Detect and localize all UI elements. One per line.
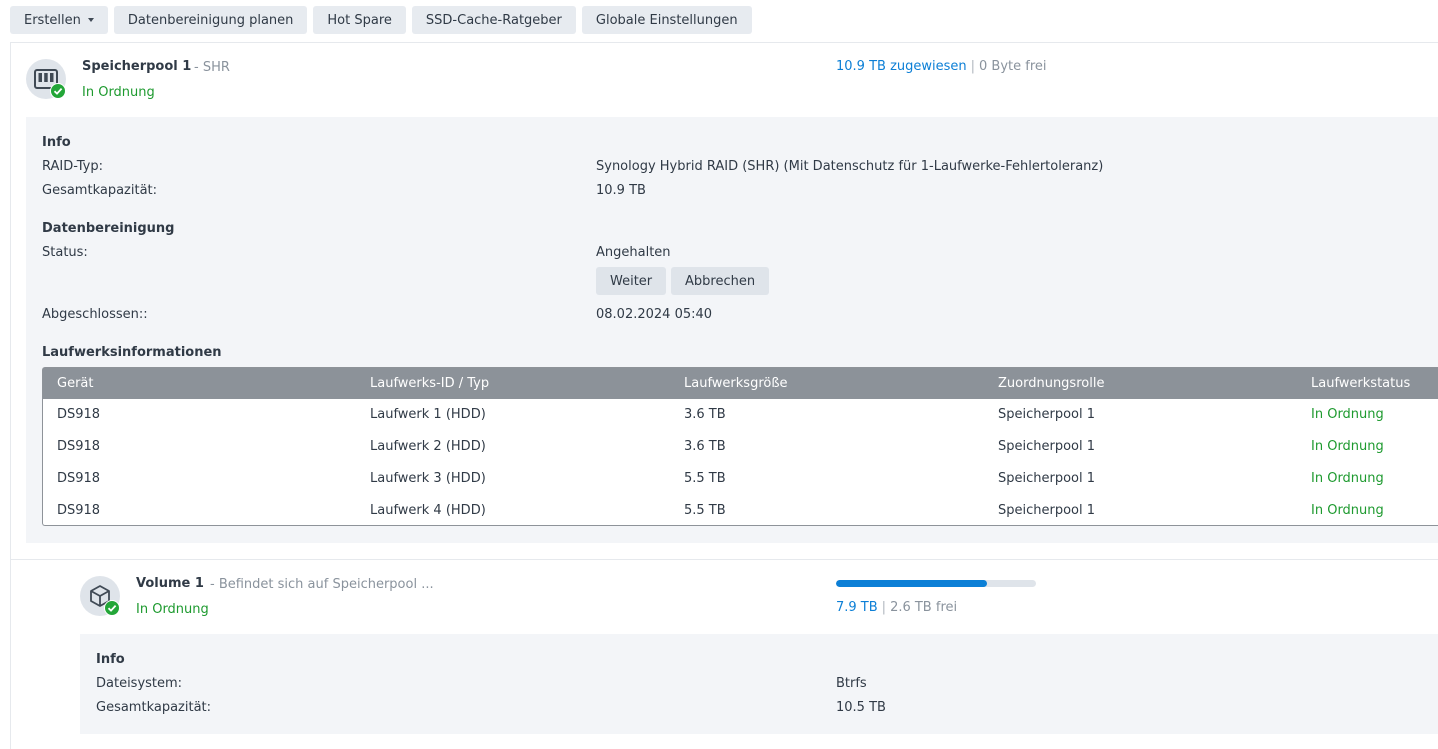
volume-capacity-value: 10.5 TB: [836, 700, 886, 715]
table-row[interactable]: DS918 Laufwerk 3 (HDD) 5.5 TB Speicherpo…: [43, 463, 1438, 495]
volume-usage-fill: [836, 580, 987, 587]
cell-device: DS918: [57, 471, 101, 486]
section-divider: [10, 559, 1438, 560]
cell-size: 3.6 TB: [684, 407, 726, 422]
ssd-cache-advisor-button[interactable]: SSD-Cache-Ratgeber: [411, 6, 576, 34]
check-badge-icon: [104, 600, 120, 616]
create-button-label: Erstellen: [24, 12, 81, 28]
pool-allocated: 10.9 TB zugewiesen: [836, 59, 967, 74]
cell-status: In Ordnung: [1311, 439, 1384, 454]
drives-table: Gerät Laufwerks-ID / Typ Laufwerksgröße …: [42, 367, 1438, 526]
cell-device: DS918: [57, 407, 101, 422]
cell-drive-id: Laufwerk 4 (HDD): [370, 503, 486, 518]
cell-role: Speicherpool 1: [998, 439, 1096, 454]
raid-type-label: RAID-Typ:: [42, 159, 103, 174]
pool-capacity: 10.9 TB zugewiesen | 0 Byte frei: [836, 59, 1047, 74]
cell-size: 3.6 TB: [684, 439, 726, 454]
cell-size: 5.5 TB: [684, 503, 726, 518]
volume-usage-bar: [836, 580, 1036, 587]
scrubbing-title: Datenbereinigung: [42, 221, 175, 236]
check-badge-icon: [50, 83, 66, 99]
storage-pool-icon: [26, 59, 66, 99]
table-row[interactable]: DS918 Laufwerk 2 (HDD) 3.6 TB Speicherpo…: [43, 431, 1438, 463]
volume-used: 7.9 TB: [836, 600, 878, 615]
drives-title: Laufwerksinformationen: [42, 345, 222, 360]
scrub-status-label: Status:: [42, 245, 88, 260]
filesystem-value: Btrfs: [836, 676, 867, 691]
volume-info-box: [80, 634, 1438, 734]
pool-name[interactable]: Speicherpool 1: [82, 59, 191, 74]
column-header-size[interactable]: Laufwerksgröße: [684, 376, 788, 391]
create-button[interactable]: Erstellen: [10, 6, 108, 34]
cell-device: DS918: [57, 439, 101, 454]
global-settings-button[interactable]: Globale Einstellungen: [581, 6, 752, 34]
resume-button[interactable]: Weiter: [596, 267, 667, 295]
cell-status: In Ordnung: [1311, 471, 1384, 486]
volume-cube-icon: [80, 576, 120, 616]
separator: |: [970, 59, 976, 74]
table-row[interactable]: DS918 Laufwerk 1 (HDD) 3.6 TB Speicherpo…: [43, 399, 1438, 431]
volume-free: 2.6 TB frei: [890, 600, 958, 615]
cell-size: 5.5 TB: [684, 471, 726, 486]
volume-name[interactable]: Volume 1: [136, 576, 204, 591]
caret-down-icon: [87, 18, 94, 22]
table-header: Gerät Laufwerks-ID / Typ Laufwerksgröße …: [43, 368, 1438, 399]
scrub-status-value: Angehalten: [596, 245, 671, 260]
cell-drive-id: Laufwerk 2 (HDD): [370, 439, 486, 454]
hot-spare-button[interactable]: Hot Spare: [313, 6, 406, 34]
column-header-drive-id[interactable]: Laufwerks-ID / Typ: [370, 376, 489, 391]
volume-status: In Ordnung: [136, 602, 209, 617]
completed-value: 08.02.2024 05:40: [596, 307, 713, 322]
separator: |: [881, 600, 887, 615]
pool-info-title: Info: [42, 135, 71, 150]
pool-type: - SHR: [194, 60, 230, 75]
cell-role: Speicherpool 1: [998, 503, 1096, 518]
raid-type-value: Synology Hybrid RAID (SHR) (Mit Datensch…: [596, 159, 1104, 174]
column-header-device[interactable]: Gerät: [57, 376, 93, 391]
cell-device: DS918: [57, 503, 101, 518]
cell-status: In Ordnung: [1311, 407, 1384, 422]
volume-info-title: Info: [96, 652, 125, 667]
cell-drive-id: Laufwerk 3 (HDD): [370, 471, 486, 486]
column-header-role[interactable]: Zuordnungsrolle: [998, 376, 1104, 391]
completed-label: Abgeschlossen::: [42, 307, 148, 322]
cell-role: Speicherpool 1: [998, 407, 1096, 422]
cell-drive-id: Laufwerk 1 (HDD): [370, 407, 486, 422]
toolbar: Erstellen Datenbereinigung planen Hot Sp…: [10, 6, 752, 34]
capacity-label: Gesamtkapazität:: [42, 183, 158, 198]
column-header-status[interactable]: Laufwerkstatus: [1311, 376, 1410, 391]
cell-role: Speicherpool 1: [998, 471, 1096, 486]
capacity-value: 10.9 TB: [596, 183, 646, 198]
pool-status: In Ordnung: [82, 85, 155, 100]
table-row[interactable]: DS918 Laufwerk 4 (HDD) 5.5 TB Speicherpo…: [43, 495, 1438, 527]
schedule-scrubbing-button[interactable]: Datenbereinigung planen: [113, 6, 308, 34]
volume-location: - Befindet sich auf Speicherpool ...: [210, 577, 434, 592]
cell-status: In Ordnung: [1311, 503, 1384, 518]
pool-free: 0 Byte frei: [979, 59, 1047, 74]
volume-capacity: 7.9 TB | 2.6 TB frei: [836, 600, 957, 615]
filesystem-label: Dateisystem:: [96, 676, 183, 691]
volume-capacity-label: Gesamtkapazität:: [96, 700, 212, 715]
cancel-button[interactable]: Abbrechen: [671, 267, 770, 295]
